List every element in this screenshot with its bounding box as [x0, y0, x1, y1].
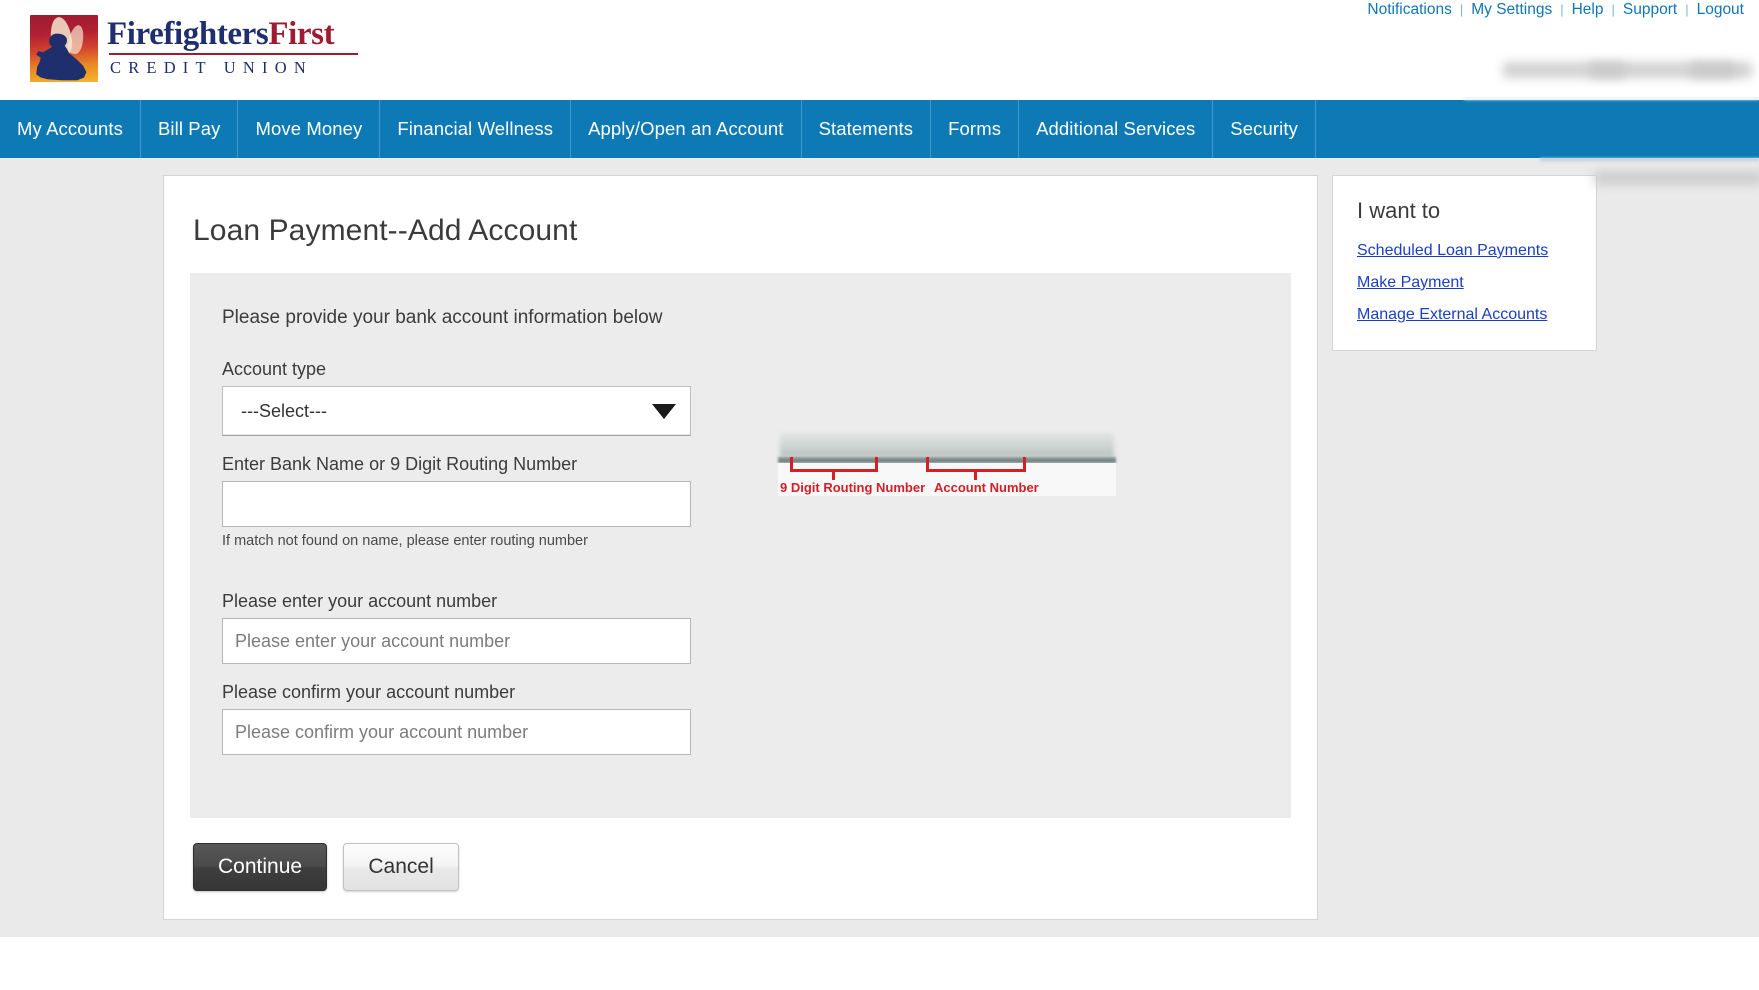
site-logo[interactable]: FirefightersFirst CREDIT UNION — [30, 13, 358, 83]
confirm-account-number-label: Please confirm your account number — [222, 682, 516, 702]
cancel-button[interactable]: Cancel — [343, 843, 460, 891]
page-title: Loan Payment--Add Account — [193, 214, 578, 247]
account-number-bracket — [926, 457, 1026, 472]
routing-number-bracket — [790, 457, 878, 472]
logo-word-firefighters: Firefighters — [107, 15, 269, 52]
logo-wordmark: FirefightersFirst — [107, 15, 358, 52]
routing-number-label: Enter Bank Name or 9 Digit Routing Numbe… — [222, 454, 578, 474]
routing-number-input[interactable] — [222, 481, 691, 527]
nav-item-forms[interactable]: Forms — [931, 100, 1020, 158]
sidebar-link-make-payment[interactable]: Make Payment — [1357, 274, 1576, 292]
chevron-down-icon — [652, 403, 676, 419]
i-want-to-title: I want to — [1357, 198, 1441, 223]
redacted-page-text — [1594, 171, 1759, 185]
account-bracket-pointer — [974, 472, 977, 480]
nav-item-security[interactable]: Security — [1213, 100, 1316, 158]
nav-item-bill-pay[interactable]: Bill Pay — [141, 100, 239, 158]
logo-divider-rule — [109, 53, 358, 56]
main-content-card: Loan Payment--Add Account Please provide… — [163, 175, 1318, 920]
logo-subtitle: CREDIT UNION — [110, 58, 313, 78]
logo-word-first: First — [268, 15, 335, 52]
routing-bracket-pointer — [832, 472, 835, 480]
bank-account-form-panel: Please provide your bank account informa… — [190, 273, 1291, 818]
account-type-select[interactable]: ---Select--- — [222, 386, 691, 436]
i-want-to-panel: I want to Scheduled Loan Payments Make P… — [1332, 175, 1597, 351]
continue-button[interactable]: Continue — [193, 843, 328, 891]
sidebar-link-scheduled-loan-payments[interactable]: Scheduled Loan Payments — [1357, 242, 1576, 260]
sample-check-image: 9 Digit Routing Number Account Number — [778, 433, 1116, 496]
utility-link-my-settings[interactable]: My Settings — [1464, 2, 1559, 18]
firefighter-flame-logo-icon — [30, 14, 98, 82]
utility-link-help[interactable]: Help — [1565, 2, 1611, 18]
form-actions: Continue Cancel — [193, 843, 1291, 891]
nav-filler — [1316, 100, 1759, 158]
check-account-caption: Account Number — [934, 480, 1039, 495]
routing-number-help-text: If match not found on name, please enter… — [222, 533, 588, 549]
confirm-account-number-input[interactable] — [222, 709, 691, 755]
nav-item-statements[interactable]: Statements — [802, 100, 932, 158]
nav-item-my-accounts[interactable]: My Accounts — [0, 100, 141, 158]
redacted-header-rule — [1464, 98, 1759, 100]
site-header: FirefightersFirst CREDIT UNION Notificat… — [0, 0, 1759, 100]
utility-nav: Notifications | My Settings | Help | Sup… — [1360, 0, 1751, 18]
sidebar-link-manage-external-accounts[interactable]: Manage External Accounts — [1357, 306, 1576, 324]
account-number-input[interactable] — [222, 618, 691, 664]
utility-link-support[interactable]: Support — [1616, 2, 1684, 18]
account-type-selected-value: ---Select--- — [241, 400, 327, 421]
check-blurred-numbers — [780, 433, 1114, 457]
check-routing-caption: 9 Digit Routing Number — [780, 480, 926, 495]
nav-item-financial-wellness[interactable]: Financial Wellness — [380, 100, 572, 158]
account-number-label: Please enter your account number — [222, 591, 498, 611]
main-navigation: My Accounts Bill Pay Move Money Financia… — [0, 100, 1759, 158]
account-type-label: Account type — [222, 359, 327, 379]
form-intro-text: Please provide your bank account informa… — [222, 307, 663, 328]
nav-item-apply-open-an-account[interactable]: Apply/Open an Account — [571, 100, 802, 158]
utility-link-logout[interactable]: Logout — [1690, 2, 1751, 18]
redacted-page-rule — [1540, 158, 1759, 161]
nav-item-move-money[interactable]: Move Money — [238, 100, 381, 158]
redacted-header-text — [1690, 62, 1752, 78]
nav-item-additional-services[interactable]: Additional Services — [1019, 100, 1214, 158]
page-body: Loan Payment--Add Account Please provide… — [0, 158, 1759, 937]
utility-link-notifications[interactable]: Notifications — [1360, 2, 1458, 18]
